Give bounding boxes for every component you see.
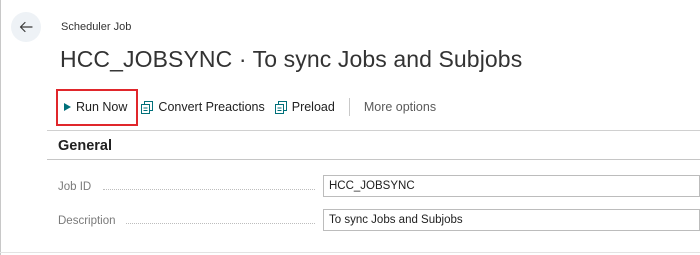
description-label: Description	[58, 215, 116, 227]
job-id-field[interactable]: HCC_JOBSYNC	[323, 175, 700, 197]
more-options-button[interactable]: More options	[360, 94, 440, 120]
preload-label: Preload	[291, 100, 335, 114]
general-group-header[interactable]: General	[58, 138, 112, 154]
page-title: HCC_JOBSYNC · To sync Jobs and Subjobs	[60, 46, 523, 72]
toolbar-separator	[348, 98, 350, 116]
job-id-leader-dots	[103, 189, 315, 190]
action-bar: Run Now Convert Preactions Preload More …	[58, 94, 440, 120]
bottom-divider	[0, 252, 700, 253]
document-icon	[274, 100, 288, 114]
run-now-label: Run Now	[76, 100, 128, 114]
description-field[interactable]: To sync Jobs and Subjobs	[323, 209, 700, 231]
job-id-label: Job ID	[58, 181, 92, 193]
section-divider	[47, 130, 700, 131]
arrow-left-icon	[18, 19, 34, 35]
convert-preactions-label: Convert Preactions	[158, 100, 265, 114]
description-leader-dots	[126, 223, 315, 224]
convert-preactions-button[interactable]: Convert Preactions	[137, 94, 268, 120]
page: Scheduler Job HCC_JOBSYNC · To sync Jobs…	[0, 0, 700, 255]
preload-button[interactable]: Preload	[271, 94, 339, 120]
run-now-button[interactable]: Run Now	[58, 94, 131, 120]
left-divider	[0, 0, 1, 255]
group-header-underline	[47, 159, 700, 160]
play-icon	[62, 102, 72, 112]
back-button[interactable]	[11, 12, 41, 42]
document-icon	[141, 100, 154, 114]
page-caption: Scheduler Job	[61, 21, 132, 33]
more-options-label: More options	[363, 100, 437, 114]
